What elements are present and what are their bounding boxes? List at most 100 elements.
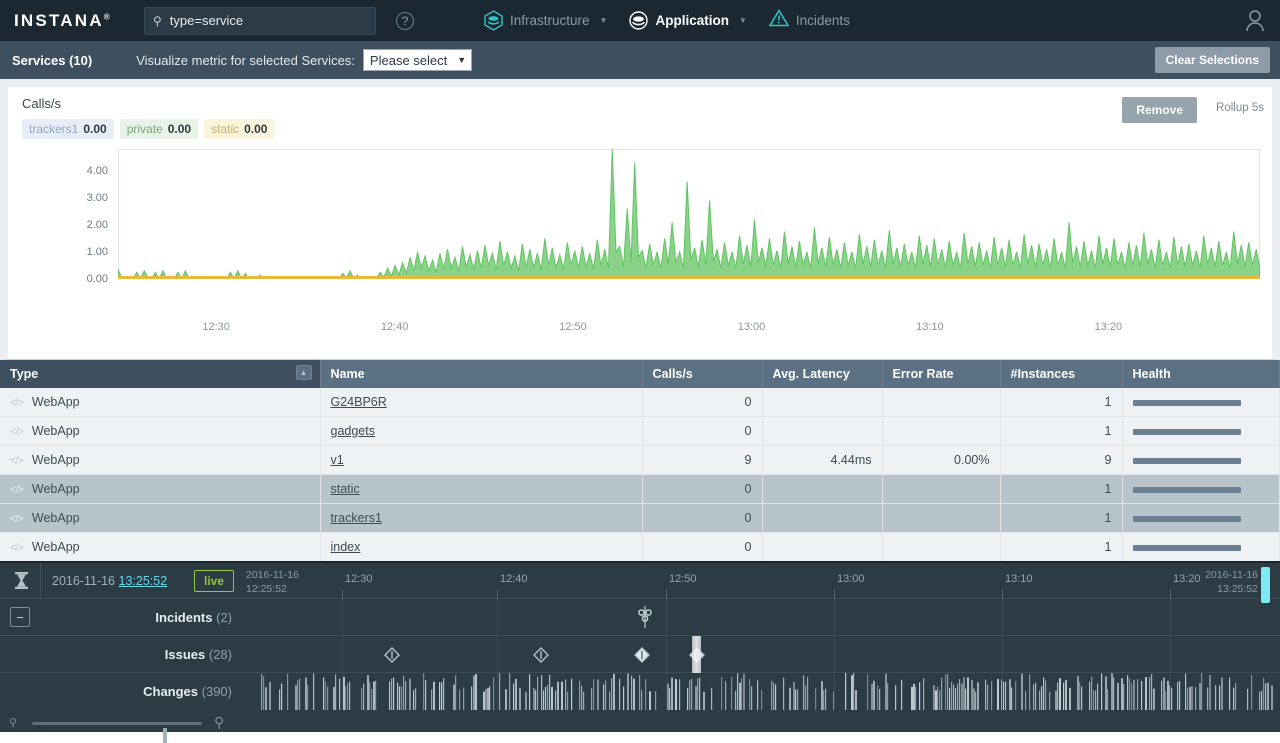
table-row[interactable]: </>WebAppv194.44ms0.00%9 bbox=[0, 446, 1280, 475]
timeline-row-incidents[interactable]: − Incidents (2) bbox=[0, 599, 1280, 636]
legend-name: private bbox=[127, 122, 163, 136]
change-tick bbox=[1045, 680, 1046, 710]
issue-marker[interactable] bbox=[634, 647, 650, 668]
change-tick bbox=[287, 674, 288, 710]
change-tick bbox=[345, 686, 346, 710]
metric-select[interactable]: Please select ▼ bbox=[363, 49, 472, 71]
change-tick bbox=[565, 679, 566, 710]
table-row[interactable]: </>WebAppgadgets01 bbox=[0, 417, 1280, 446]
change-tick bbox=[1101, 674, 1102, 710]
x-tick-label: 12:30 bbox=[202, 321, 230, 333]
change-tick bbox=[261, 674, 262, 710]
column-header-name[interactable]: Name bbox=[320, 360, 642, 388]
change-tick bbox=[687, 688, 688, 710]
current-time[interactable]: 13:25:52 bbox=[119, 574, 168, 588]
change-tick bbox=[525, 692, 527, 710]
zoom-slider-thumb[interactable] bbox=[163, 728, 167, 743]
change-tick bbox=[1167, 681, 1169, 710]
change-tick bbox=[1141, 681, 1142, 710]
service-link[interactable]: static bbox=[331, 482, 360, 496]
change-tick bbox=[761, 690, 762, 710]
legend-item-trackers1[interactable]: trackers1 0.00 bbox=[22, 119, 114, 139]
service-link[interactable]: v1 bbox=[331, 453, 344, 467]
change-tick bbox=[901, 680, 902, 710]
legend-item-static[interactable]: static 0.00 bbox=[204, 119, 274, 139]
clear-selections-button[interactable]: Clear Selections bbox=[1155, 47, 1270, 73]
table-row[interactable]: </>WebAppG24BP6R01 bbox=[0, 388, 1280, 417]
change-tick bbox=[597, 680, 599, 710]
change-tick bbox=[985, 680, 986, 710]
column-header-instances[interactable]: #Instances bbox=[1000, 360, 1122, 388]
cell-calls: 0 bbox=[642, 417, 762, 446]
change-tick bbox=[463, 688, 464, 710]
change-tick bbox=[1201, 673, 1202, 710]
timeline-current-datetime[interactable]: 2016-11-16 13:25:52 bbox=[52, 574, 167, 588]
timeline-range-start: 2016-11-16 12:25:52 bbox=[246, 568, 299, 596]
column-header-error-rate[interactable]: Error Rate bbox=[882, 360, 1000, 388]
change-tick bbox=[1221, 677, 1223, 710]
timeline-row-issues[interactable]: Issues (28) bbox=[0, 636, 1280, 673]
timeline-zoom-control: ⚲ ⚲ bbox=[0, 710, 1280, 736]
nav-item-application[interactable]: Application ▼ bbox=[629, 11, 746, 30]
issue-marker[interactable] bbox=[533, 647, 549, 668]
change-tick bbox=[679, 679, 680, 710]
change-tick bbox=[967, 677, 969, 710]
cell-type: </>WebApp bbox=[0, 533, 320, 562]
remove-chart-button[interactable]: Remove bbox=[1122, 97, 1197, 123]
type-label: WebApp bbox=[32, 482, 80, 496]
zoom-out-icon[interactable]: ⚲ bbox=[9, 716, 17, 729]
change-tick bbox=[409, 679, 411, 710]
issue-marker[interactable] bbox=[384, 647, 400, 668]
health-bar bbox=[1133, 545, 1241, 551]
table-row[interactable]: </>WebApptrackers101 bbox=[0, 504, 1280, 533]
metric-select-value: Please select bbox=[370, 53, 447, 68]
change-tick bbox=[933, 685, 935, 710]
selection-toolbar: Services (10) Visualize metric for selec… bbox=[0, 41, 1280, 79]
change-tick bbox=[957, 684, 958, 710]
column-header-calls[interactable]: Calls/s bbox=[642, 360, 762, 388]
help-icon[interactable]: ? bbox=[396, 12, 414, 30]
zoom-in-icon[interactable]: ⚲ bbox=[214, 714, 224, 731]
avatar[interactable] bbox=[1244, 9, 1266, 37]
cell-name: static bbox=[320, 475, 642, 504]
change-tick bbox=[307, 685, 308, 710]
column-header-latency[interactable]: Avg. Latency bbox=[762, 360, 882, 388]
service-link[interactable]: trackers1 bbox=[331, 511, 382, 525]
table-row[interactable]: </>WebAppstatic01 bbox=[0, 475, 1280, 504]
service-link[interactable]: index bbox=[331, 540, 361, 554]
change-tick bbox=[547, 685, 548, 710]
column-header-type[interactable]: Type ▲ bbox=[0, 360, 320, 388]
services-count-label: Services (10) bbox=[12, 53, 92, 68]
cell-instances: 1 bbox=[1000, 504, 1122, 533]
cell-health bbox=[1122, 417, 1280, 446]
incident-cluster-icon[interactable] bbox=[634, 606, 656, 633]
zoom-slider-track[interactable] bbox=[32, 722, 202, 725]
change-tick bbox=[855, 690, 857, 710]
legend-item-private[interactable]: private 0.00 bbox=[120, 119, 198, 139]
cell-latency bbox=[762, 475, 882, 504]
search-input[interactable]: ⚲ type=service bbox=[144, 7, 376, 35]
nav-item-incidents[interactable]: Incidents bbox=[769, 9, 850, 32]
timeline-row-changes[interactable]: Changes (390) bbox=[0, 673, 1280, 710]
change-tick bbox=[825, 689, 826, 710]
hourglass-icon[interactable] bbox=[12, 571, 30, 591]
column-header-health[interactable]: Health bbox=[1122, 360, 1280, 388]
change-tick bbox=[991, 681, 992, 710]
change-tick bbox=[455, 675, 456, 710]
timeline-cursor-handle[interactable] bbox=[1261, 567, 1270, 603]
chevron-down-icon: ▼ bbox=[457, 55, 466, 65]
service-link[interactable]: gadgets bbox=[331, 424, 375, 438]
issue-burst-marker[interactable] bbox=[692, 636, 701, 673]
live-mode-badge[interactable]: live bbox=[194, 570, 234, 592]
change-tick bbox=[485, 689, 487, 710]
change-tick bbox=[297, 680, 298, 710]
table-row[interactable]: </>WebAppindex01 bbox=[0, 533, 1280, 562]
service-link[interactable]: G24BP6R bbox=[331, 395, 387, 409]
change-tick bbox=[579, 681, 580, 710]
change-tick bbox=[1161, 681, 1162, 710]
change-tick bbox=[937, 686, 938, 710]
sort-ascending-icon[interactable]: ▲ bbox=[296, 365, 312, 380]
instana-logo[interactable]: INSTANA® bbox=[14, 11, 126, 31]
nav-item-infrastructure[interactable]: Infrastructure ▼ bbox=[484, 10, 607, 31]
change-tick bbox=[1123, 684, 1124, 710]
